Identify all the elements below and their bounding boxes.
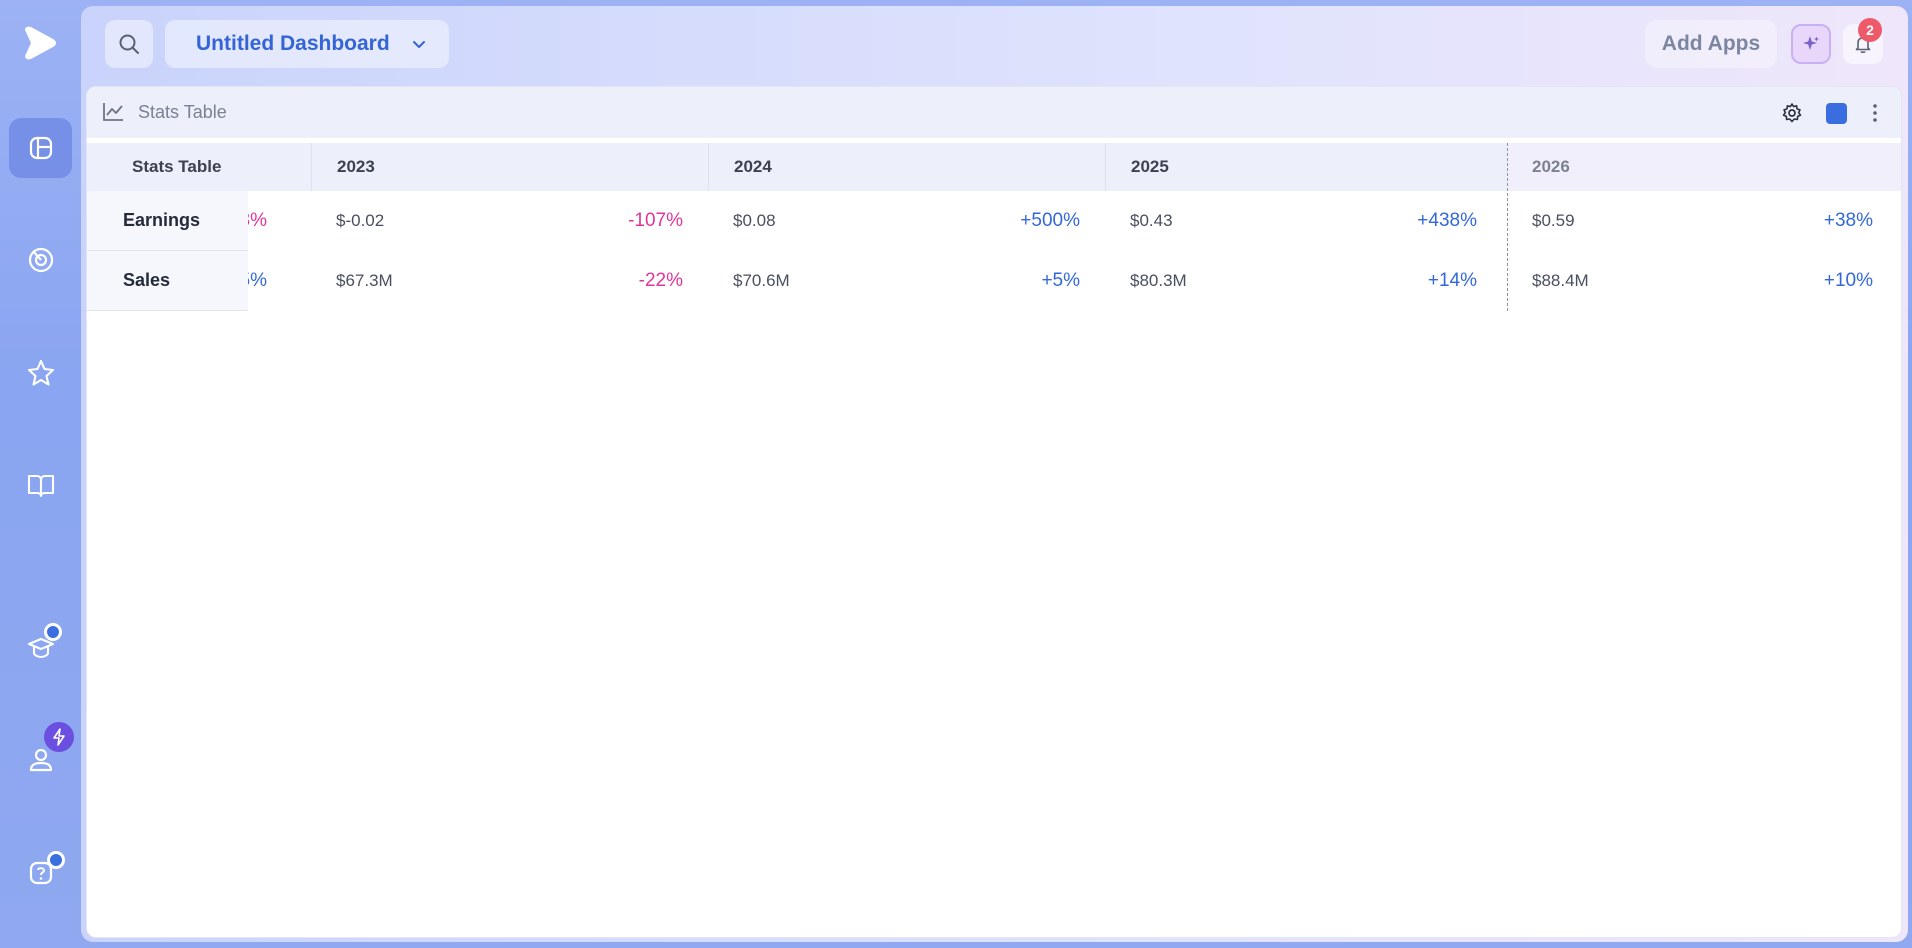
search-icon [119,34,139,54]
widget-title: Stats Table [138,102,227,122]
main-area: Untitled Dashboard Add Apps 2 Stats Tabl… [81,6,1908,942]
value-cell: $80.3M [1130,271,1187,290]
dashboard-icon [29,136,52,160]
year-header-2025: 2025 [1105,143,1507,191]
value-cell: $88.4M [1532,271,1589,290]
value-cell: $0.59 [1532,211,1575,230]
dashboard-name: Untitled Dashboard [196,32,390,55]
color-picker-swatch[interactable] [1826,103,1847,124]
chevron-down-icon [413,41,425,48]
value-cell: $70.6M [733,271,790,290]
sidebar-item-favorites[interactable] [9,343,72,403]
corner-header: Stats Table [132,157,222,176]
radar-icon [28,247,53,273]
top-bar: Untitled Dashboard Add Apps 2 [81,6,1908,81]
gear-icon[interactable] [1781,102,1803,124]
change-cell: -22% [638,270,683,291]
app-logo-icon[interactable] [22,26,58,60]
row-label: Sales [87,251,248,311]
ai-assistant-button[interactable] [1791,24,1831,64]
add-apps-button[interactable]: Add Apps [1645,20,1777,68]
change-cell: -107% [628,210,683,231]
widget-header: Stats Table [87,87,1901,138]
forecast-divider [1507,143,1508,311]
help-notification-dot [47,851,65,869]
sparkle-icon [1803,36,1819,50]
value-cell: $0.43 [1130,211,1173,230]
row-label: Earnings [87,191,248,251]
line-chart-icon [103,103,123,121]
learn-notification-dot [44,623,62,641]
change-cell: +14% [1427,270,1477,291]
sidebar [0,0,81,948]
book-icon [27,474,54,498]
change-cell: +38% [1823,210,1873,231]
change-cell: +10% [1823,270,1873,291]
year-header-2026: 2026 [1532,157,1570,176]
change-cell: +438% [1417,210,1477,231]
sidebar-item-radar[interactable] [9,230,72,290]
table-row-sales: 5% Sales $67.3M -22% $70.6M +5% $80.3M +… [87,251,1901,311]
change-cell: +500% [1020,210,1080,231]
stats-table-widget: Stats Table Stats Table 2023 2024 2025 2… [86,86,1902,938]
table-header-row: Stats Table 2023 2024 2025 2026 [87,143,1901,191]
value-cell: $-0.02 [336,211,385,230]
more-vertical-icon[interactable] [1871,102,1879,124]
value-cell: $67.3M [336,271,393,290]
year-header-2023: 2023 [311,143,708,191]
sidebar-item-help[interactable] [9,843,72,903]
sidebar-item-dashboard[interactable] [9,118,72,178]
sidebar-item-library[interactable] [9,455,72,515]
notification-count-badge: 2 [1858,18,1882,42]
search-button[interactable] [105,20,153,68]
dashboard-selector[interactable]: Untitled Dashboard [165,20,449,68]
bolt-icon [44,722,74,752]
star-icon [27,359,54,386]
table-row-earnings: 3% Earnings $-0.02 -107% $0.08 +500% $0.… [87,191,1901,251]
value-cell: $0.08 [733,211,776,230]
change-cell: +5% [1041,270,1080,291]
sidebar-item-learn[interactable] [9,617,72,677]
year-header-2024: 2024 [708,143,1105,191]
